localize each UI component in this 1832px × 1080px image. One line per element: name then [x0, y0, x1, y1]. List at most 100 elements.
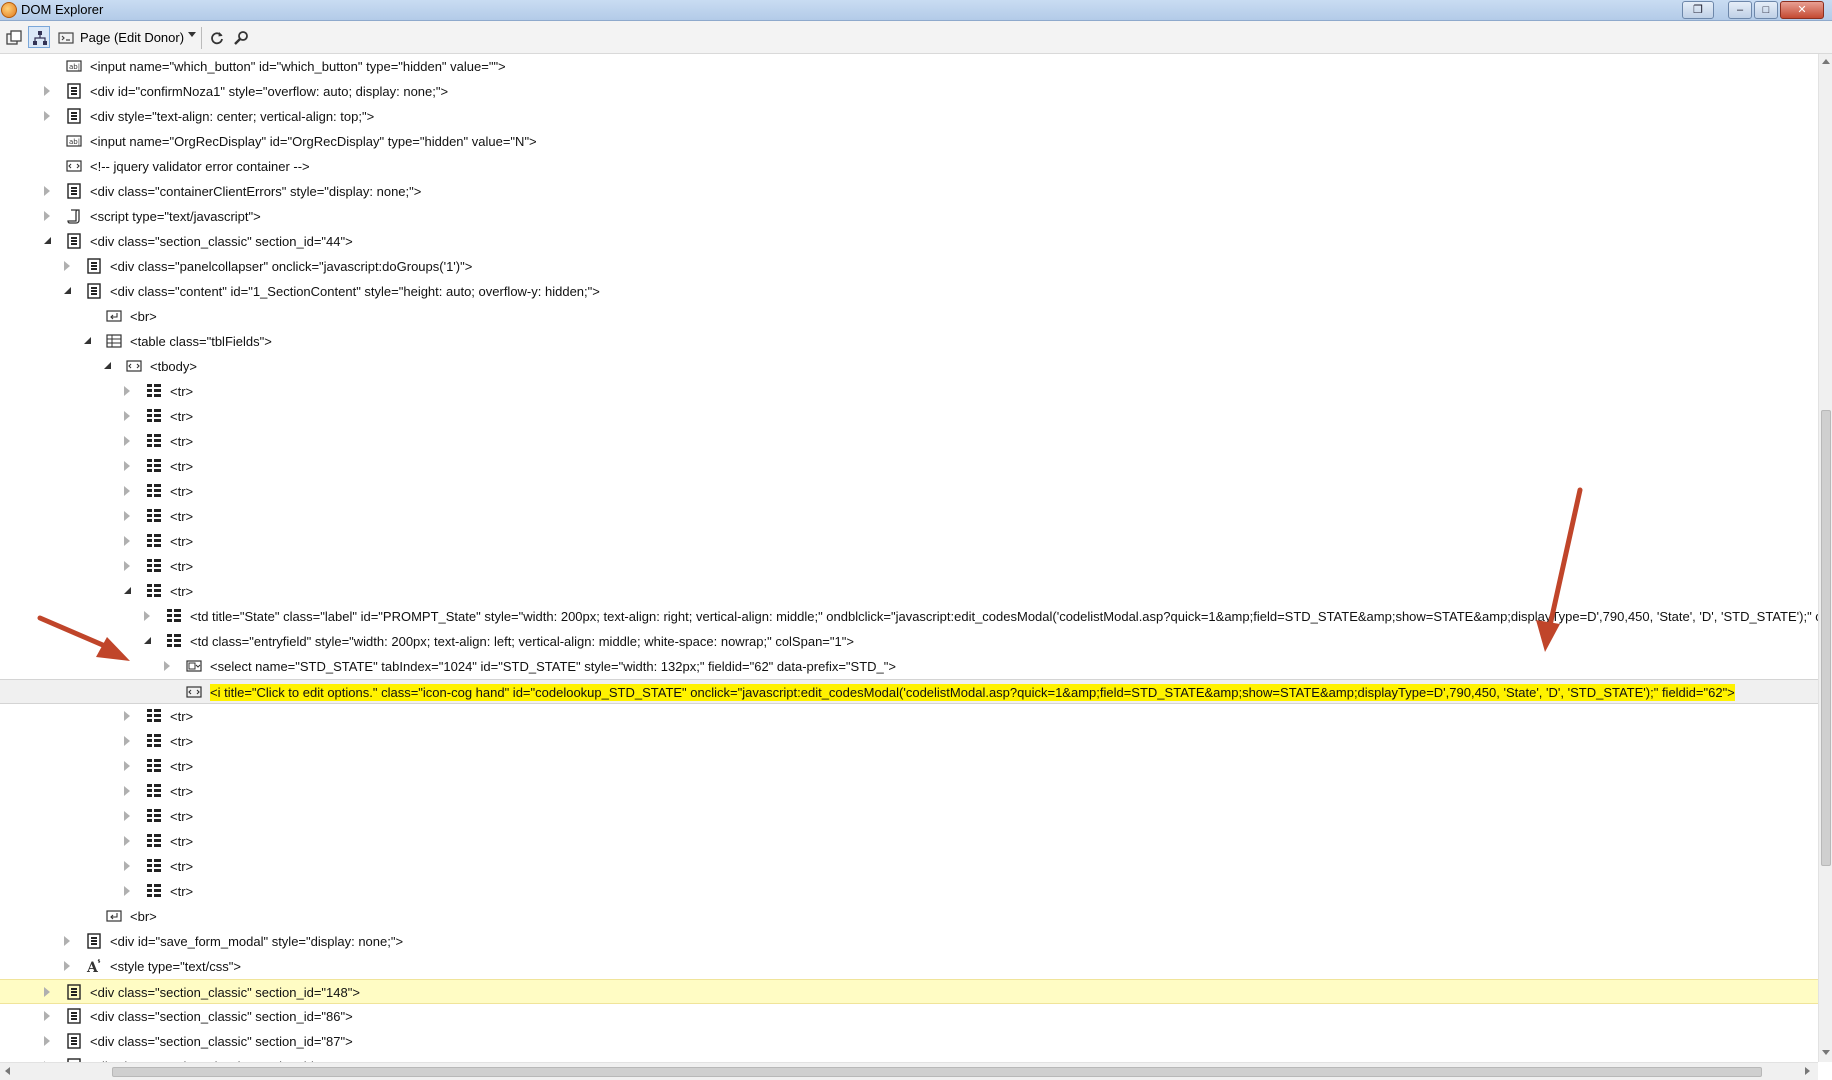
chevron-down-icon[interactable]: [188, 32, 196, 37]
tree-node[interactable]: <tr>: [0, 479, 1818, 504]
tree-node[interactable]: <tr>: [0, 704, 1818, 729]
scroll-left-icon[interactable]: [5, 1067, 10, 1075]
collapsed-icon[interactable]: [124, 736, 130, 746]
collapsed-icon[interactable]: [124, 486, 130, 496]
collapsed-icon[interactable]: [124, 461, 130, 471]
collapsed-icon[interactable]: [64, 961, 70, 971]
tree-node[interactable]: <tr>: [0, 554, 1818, 579]
scroll-right-icon[interactable]: [1805, 1067, 1810, 1075]
tree-node[interactable]: A <style type="text/css">: [0, 954, 1818, 979]
scroll-up-icon[interactable]: [1822, 59, 1830, 64]
tree-node[interactable]: <td title="State" class="label" id="PROM…: [0, 604, 1818, 629]
tree-node[interactable]: <tr>: [0, 779, 1818, 804]
tree-node[interactable]: ab| <input name="which_button" id="which_…: [0, 54, 1818, 79]
tree-node[interactable]: <div id="save_form_modal" style="display…: [0, 929, 1818, 954]
tree-node[interactable]: <tr>: [0, 504, 1818, 529]
collapsed-icon[interactable]: [64, 261, 70, 271]
select-element-button[interactable]: [2, 26, 24, 48]
restore-pane-button[interactable]: ❐: [1682, 1, 1714, 19]
tree-node[interactable]: <div class="section_classic" section_id=…: [0, 1004, 1818, 1029]
tree-node[interactable]: <tr>: [0, 404, 1818, 429]
expanded-icon[interactable]: [144, 637, 151, 644]
collapsed-icon[interactable]: [124, 861, 130, 871]
collapsed-icon[interactable]: [64, 936, 70, 946]
collapsed-icon[interactable]: [44, 211, 50, 221]
collapsed-icon[interactable]: [124, 411, 130, 421]
tree-node[interactable]: ab| <input name="OrgRecDisplay" id="OrgRe…: [0, 129, 1818, 154]
tree-node[interactable]: <tr>: [0, 429, 1818, 454]
select-element-icon: [6, 30, 22, 45]
tree-node[interactable]: <!-- jquery validator error container --…: [0, 154, 1818, 179]
refresh-button[interactable]: [205, 26, 227, 48]
tree-node-label: <div class="containerClientErrors" style…: [90, 184, 422, 199]
collapsed-icon[interactable]: [44, 987, 50, 997]
close-button[interactable]: ✕: [1780, 1, 1824, 19]
collapsed-icon[interactable]: [124, 536, 130, 546]
tree-node[interactable]: <i title="Click to edit options." class=…: [0, 679, 1818, 704]
tree-node[interactable]: <tr>: [0, 754, 1818, 779]
tree-node[interactable]: <div class="panelcollapser" onclick="jav…: [0, 254, 1818, 279]
collapsed-icon[interactable]: [124, 886, 130, 896]
horizontal-scroll-thumb[interactable]: [112, 1067, 1762, 1077]
tree-node-label: <tr>: [170, 759, 194, 774]
expanded-icon[interactable]: [84, 337, 91, 344]
tree-node[interactable]: <td class="entryfield" style="width: 200…: [0, 629, 1818, 654]
dom-tree[interactable]: ab| <input name="which_button" id="which_…: [0, 54, 1818, 1062]
vertical-scroll-thumb[interactable]: [1821, 410, 1831, 866]
tree-node[interactable]: <div class="section_classic" section_id=…: [0, 979, 1818, 1004]
maximize-button[interactable]: □: [1754, 1, 1778, 19]
tree-node[interactable]: <tr>: [0, 804, 1818, 829]
collapsed-icon[interactable]: [124, 386, 130, 396]
target-selector[interactable]: Page (Edit Donor): [80, 27, 184, 49]
find-button[interactable]: [229, 26, 251, 48]
collapsed-icon[interactable]: [164, 661, 170, 671]
tree-node[interactable]: <tr>: [0, 729, 1818, 754]
tree-node[interactable]: <tr>: [0, 454, 1818, 479]
tree-node[interactable]: <tr>: [0, 879, 1818, 904]
tree-node[interactable]: <div id="confirmNoza1" style="overflow: …: [0, 79, 1818, 104]
tree-node[interactable]: <tr>: [0, 529, 1818, 554]
tree-node[interactable]: <div class="content" id="1_SectionConten…: [0, 279, 1818, 304]
collapsed-icon[interactable]: [124, 511, 130, 521]
minimize-button[interactable]: –: [1728, 1, 1752, 19]
collapsed-icon[interactable]: [124, 561, 130, 571]
vertical-scrollbar[interactable]: [1818, 54, 1832, 1062]
tree-node[interactable]: <tr>: [0, 829, 1818, 854]
tree-node[interactable]: <div class="section_classic" section_id=…: [0, 229, 1818, 254]
collapsed-icon[interactable]: [44, 1036, 50, 1046]
collapsed-icon[interactable]: [44, 111, 50, 121]
scroll-down-icon[interactable]: [1822, 1050, 1830, 1055]
expanded-icon[interactable]: [44, 237, 51, 244]
tree-node[interactable]: <div class="section_classic" section_id=…: [0, 1029, 1818, 1054]
tree-node[interactable]: <div class="containerClientErrors" style…: [0, 179, 1818, 204]
collapsed-icon[interactable]: [124, 436, 130, 446]
tree-node[interactable]: <table class="tblFields">: [0, 329, 1818, 354]
tree-node[interactable]: <tr>: [0, 854, 1818, 879]
tree-node[interactable]: <tr>: [0, 579, 1818, 604]
element-icon: [66, 183, 82, 199]
collapsed-icon[interactable]: [144, 611, 150, 621]
expanded-icon[interactable]: [64, 287, 71, 294]
expanded-icon[interactable]: [104, 362, 111, 369]
collapsed-icon[interactable]: [124, 761, 130, 771]
tree-node[interactable]: <select name="STD_STATE" tabIndex="1024"…: [0, 654, 1818, 679]
tree-node[interactable]: <script type="text/javascript">: [0, 204, 1818, 229]
tree-node[interactable]: <div style="text-align: center; vertical…: [0, 104, 1818, 129]
collapsed-icon[interactable]: [124, 836, 130, 846]
tree-node[interactable]: <tr>: [0, 379, 1818, 404]
input-icon: ab|: [66, 58, 82, 74]
tree-node[interactable]: <br>: [0, 904, 1818, 929]
collapsed-icon[interactable]: [124, 811, 130, 821]
collapsed-icon[interactable]: [44, 1011, 50, 1021]
collapsed-icon[interactable]: [44, 186, 50, 196]
tree-node[interactable]: <tbody>: [0, 354, 1818, 379]
console-button[interactable]: [54, 26, 76, 48]
collapsed-icon[interactable]: [124, 786, 130, 796]
tree-node[interactable]: <br>: [0, 304, 1818, 329]
dom-tree-button[interactable]: [28, 26, 50, 48]
collapsed-icon[interactable]: [44, 86, 50, 96]
expanded-icon[interactable]: [124, 587, 131, 594]
collapsed-icon[interactable]: [124, 711, 130, 721]
horizontal-scrollbar[interactable]: [0, 1062, 1818, 1080]
tree-node[interactable]: <div class="section_classic" section_id=…: [0, 1054, 1818, 1062]
